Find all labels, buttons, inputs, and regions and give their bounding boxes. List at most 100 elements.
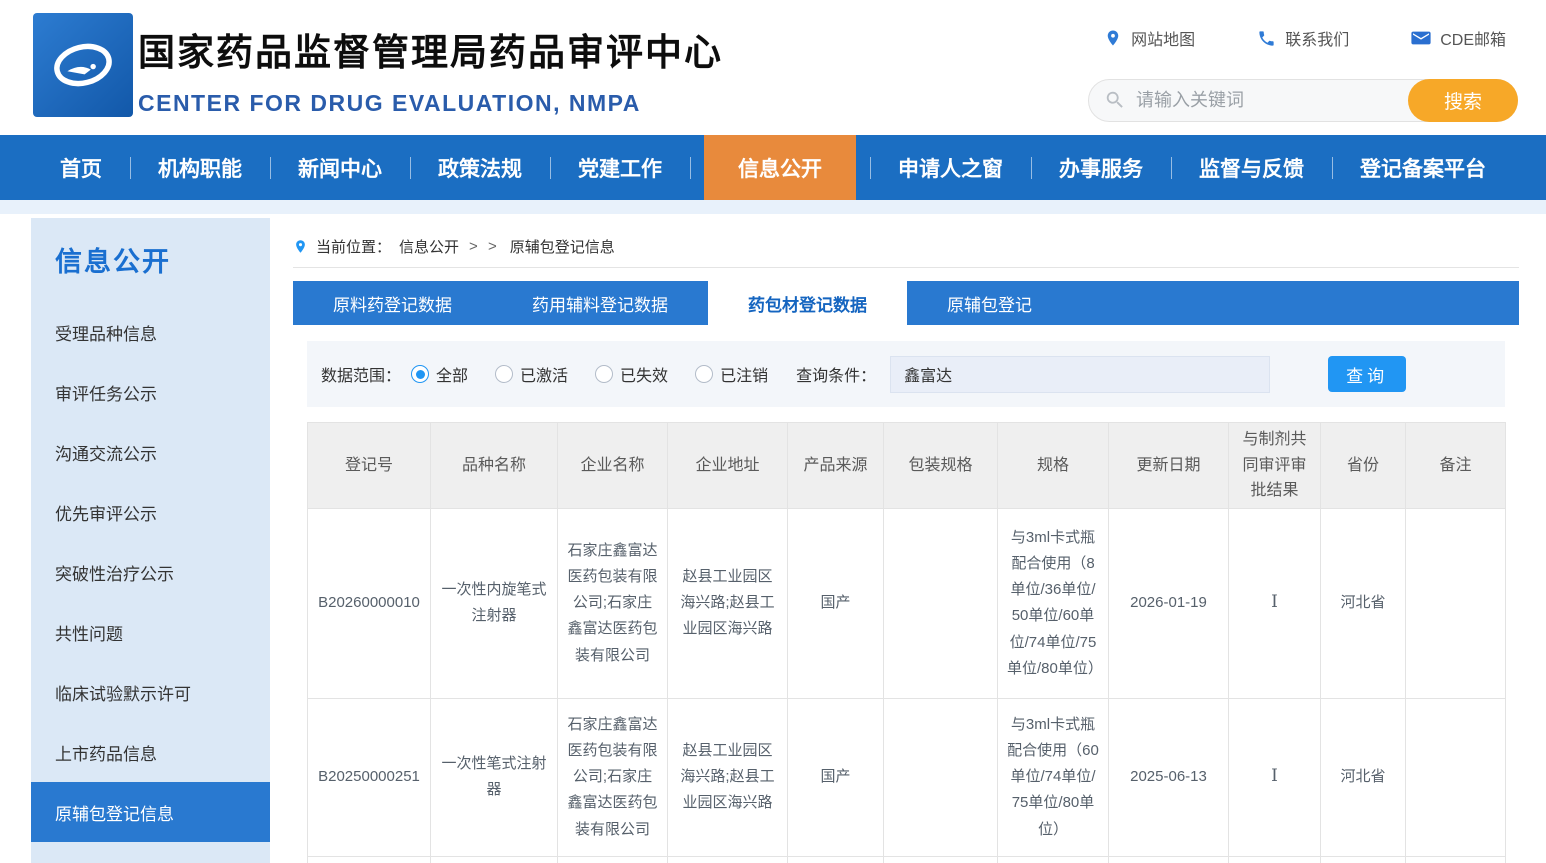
sidebar-item-accepted-varieties[interactable]: 受理品种信息	[31, 302, 270, 362]
nav-item-applicant-window[interactable]: 申请人之窗	[884, 135, 1017, 200]
cell-empty	[431, 856, 558, 863]
cell-company-name: 石家庄鑫富达医药包装有限公司;石家庄鑫富达医药包装有限公司	[558, 698, 668, 856]
scope-label: 数据范围：	[321, 362, 401, 386]
site-subtitle: CENTER FOR DRUG EVALUATION, NMPA	[138, 90, 723, 117]
sidebar-item-marketed-drugs[interactable]: 上市药品信息	[31, 722, 270, 782]
breadcrumb-label: 当前位置：	[316, 236, 391, 257]
nav-item-registration-platform[interactable]: 登记备案平台	[1346, 135, 1500, 200]
sidebar-item-breakthrough-therapy[interactable]: 突破性治疗公示	[31, 542, 270, 602]
fish-logo-icon	[44, 26, 122, 104]
tab-raw-excipient-packaging[interactable]: 原辅包登记	[907, 281, 1072, 325]
nav-item-party-building[interactable]: 党建工作	[564, 135, 676, 200]
table-row-partial	[308, 856, 1506, 863]
column-header-packaging-spec: 包装规格	[884, 423, 998, 509]
keyword-search-input[interactable]	[1136, 80, 1406, 121]
query-condition-input[interactable]	[890, 356, 1270, 393]
column-header-product-source: 产品来源	[788, 423, 884, 509]
sidebar-item-raw-excipient-packaging-registration[interactable]: 原辅包登记信息	[31, 782, 270, 842]
radio-circle-icon	[695, 365, 713, 383]
nav-divider	[870, 157, 871, 179]
filter-panel: 数据范围： 全部 已激活 已失效 已注销 查询条件： 查询	[307, 341, 1505, 407]
radio-activated[interactable]: 已激活	[495, 362, 568, 386]
nav-item-home[interactable]: 首页	[46, 135, 116, 200]
cell-remarks	[1406, 698, 1506, 856]
cell-spec: 与3ml卡式瓶配合使用（8单位/36单位/50单位/60单位/74单位/75单位…	[998, 508, 1109, 698]
nav-item-news[interactable]: 新闻中心	[284, 135, 396, 200]
radio-cancelled-label: 已注销	[720, 362, 768, 386]
sidebar: 信息公开 受理品种信息 审评任务公示 沟通交流公示 优先审评公示 突破性治疗公示…	[31, 218, 270, 863]
sitemap-link-label: 网站地图	[1131, 26, 1195, 50]
cell-joint-review-result: I	[1229, 698, 1321, 856]
cell-empty	[558, 856, 668, 863]
cell-company-address: 赵县工业园区海兴路;赵县工业园区海兴路	[668, 508, 788, 698]
cell-registration-number: B20250000251	[308, 698, 431, 856]
cell-province: 河北省	[1321, 698, 1406, 856]
column-header-company-name: 企业名称	[558, 423, 668, 509]
cell-product-source: 国产	[788, 508, 884, 698]
mailbox-link[interactable]: CDE邮箱	[1411, 26, 1506, 50]
radio-cancelled[interactable]: 已注销	[695, 362, 768, 386]
sidebar-title: 信息公开	[31, 240, 270, 284]
mail-icon	[1411, 30, 1431, 46]
cell-update-date: 2025-06-13	[1109, 698, 1229, 856]
map-pin-icon	[1104, 28, 1122, 48]
query-condition-label: 查询条件：	[796, 362, 876, 386]
nav-divider	[1031, 157, 1032, 179]
sidebar-item-common-issues[interactable]: 共性问题	[31, 602, 270, 662]
contact-link[interactable]: 联系我们	[1257, 26, 1349, 50]
column-header-province: 省份	[1321, 423, 1406, 509]
column-header-joint-review-result: 与制剂共同审评审批结果	[1229, 423, 1321, 509]
header-search-button[interactable]: 搜索	[1408, 79, 1518, 122]
site-title-block: 国家药品监督管理局药品审评中心 CENTER FOR DRUG EVALUATI…	[138, 22, 723, 117]
tab-packaging-material-registration[interactable]: 药包材登记数据	[708, 281, 907, 325]
sidebar-item-clinical-trial-implied-license[interactable]: 临床试验默示许可	[31, 662, 270, 722]
cell-product-source: 国产	[788, 698, 884, 856]
contact-link-label: 联系我们	[1285, 26, 1349, 50]
nav-divider	[410, 157, 411, 179]
sidebar-item-priority-review[interactable]: 优先审评公示	[31, 482, 270, 542]
tab-excipient-registration[interactable]: 药用辅料登记数据	[492, 281, 708, 325]
header-search: 搜索	[1088, 79, 1518, 122]
nav-item-policies[interactable]: 政策法规	[424, 135, 536, 200]
column-header-variety-name: 品种名称	[431, 423, 558, 509]
nav-divider	[270, 157, 271, 179]
column-header-remarks: 备注	[1406, 423, 1506, 509]
cell-remarks	[1406, 508, 1506, 698]
radio-expired[interactable]: 已失效	[595, 362, 668, 386]
nav-item-services[interactable]: 办事服务	[1045, 135, 1157, 200]
cell-company-name: 石家庄鑫富达医药包装有限公司;石家庄鑫富达医药包装有限公司	[558, 508, 668, 698]
query-button[interactable]: 查询	[1328, 356, 1406, 392]
cell-empty	[998, 856, 1109, 863]
nav-item-supervision-feedback[interactable]: 监督与反馈	[1185, 135, 1318, 200]
breadcrumb-separator: > >	[469, 238, 500, 255]
mailbox-link-label: CDE邮箱	[1440, 26, 1506, 50]
radio-all[interactable]: 全部	[411, 362, 468, 386]
table-row: B20250000251 一次性笔式注射器 石家庄鑫富达医药包装有限公司;石家庄…	[308, 698, 1506, 856]
nav-item-information-disclosure[interactable]: 信息公开	[704, 135, 856, 200]
cell-empty	[788, 856, 884, 863]
cell-variety-name: 一次性笔式注射器	[431, 698, 558, 856]
tab-api-registration[interactable]: 原料药登记数据	[293, 281, 492, 325]
cell-company-address: 赵县工业园区海兴路;赵县工业园区海兴路	[668, 698, 788, 856]
registration-table: 登记号 品种名称 企业名称 企业地址 产品来源 包装规格 规格 更新日期 与制剂…	[307, 422, 1506, 863]
radio-all-label: 全部	[436, 362, 468, 386]
column-header-company-address: 企业地址	[668, 423, 788, 509]
sidebar-item-communication[interactable]: 沟通交流公示	[31, 422, 270, 482]
nav-divider	[1171, 157, 1172, 179]
scope-radio-group: 全部 已激活 已失效 已注销	[411, 362, 768, 386]
sidebar-item-drug-catalog[interactable]: 药品目录集信息	[31, 842, 270, 863]
sitemap-link[interactable]: 网站地图	[1104, 26, 1195, 50]
nav-item-functions[interactable]: 机构职能	[144, 135, 256, 200]
cell-empty	[1109, 856, 1229, 863]
breadcrumb-current[interactable]: 原辅包登记信息	[510, 236, 615, 257]
cell-variety-name: 一次性内旋笔式注射器	[431, 508, 558, 698]
tabbar: 原料药登记数据 药用辅料登记数据 药包材登记数据 原辅包登记	[293, 281, 1519, 325]
sidebar-item-review-tasks[interactable]: 审评任务公示	[31, 362, 270, 422]
header-quick-links: 网站地图 联系我们 CDE邮箱	[1104, 26, 1506, 50]
site-header: 国家药品监督管理局药品审评中心 CENTER FOR DRUG EVALUATI…	[0, 0, 1546, 135]
phone-icon	[1257, 29, 1276, 48]
cell-joint-review-result: I	[1229, 508, 1321, 698]
nav-divider	[1332, 157, 1333, 179]
search-icon	[1104, 89, 1126, 111]
breadcrumb-section[interactable]: 信息公开	[399, 236, 459, 257]
